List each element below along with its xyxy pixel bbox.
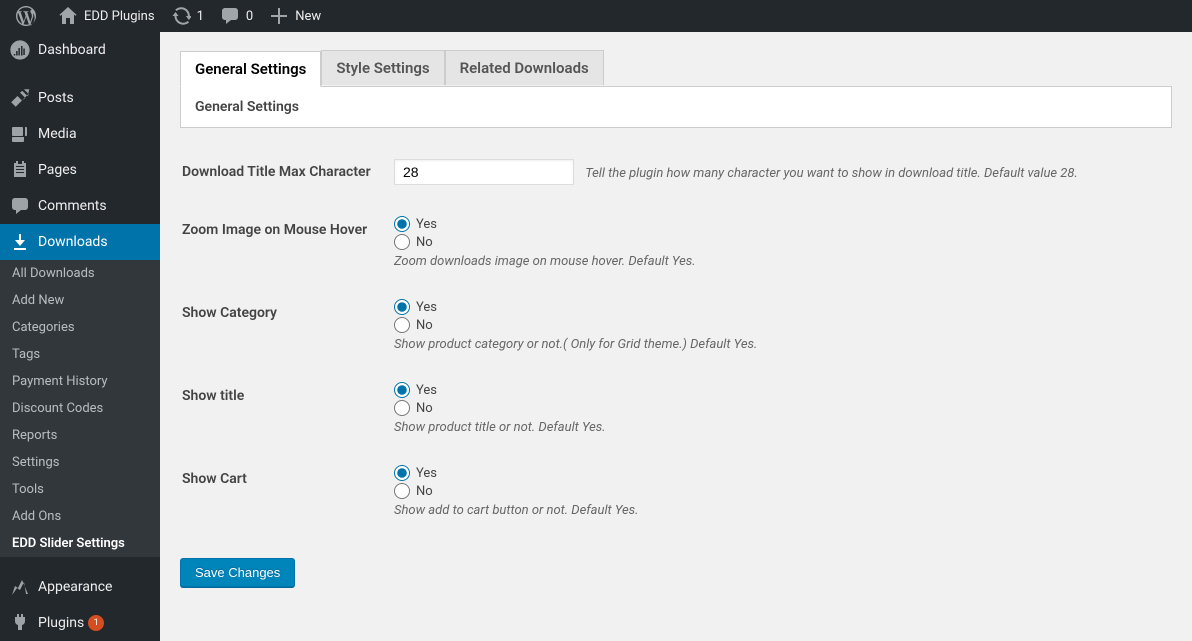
comment-icon	[220, 6, 240, 26]
update-icon	[171, 6, 191, 26]
settings-form: Download Title Max Character Tell the pl…	[180, 142, 1172, 534]
pages-icon	[10, 160, 30, 180]
title-no-label: No	[416, 401, 433, 416]
menu-label: Media	[38, 126, 77, 142]
tab-related[interactable]: Related Downloads	[445, 50, 604, 85]
sub-tools[interactable]: Tools	[0, 476, 160, 503]
sub-reports[interactable]: Reports	[0, 422, 160, 449]
comments-count: 0	[246, 9, 253, 24]
admin-sidebar: Dashboard Posts Media Pages Comments Dow…	[0, 32, 160, 641]
menu-media[interactable]: Media	[0, 116, 160, 152]
cart-no-label: No	[416, 484, 433, 499]
panel-title: General Settings	[180, 86, 1172, 128]
sub-settings[interactable]: Settings	[0, 449, 160, 476]
sub-payment-history[interactable]: Payment History	[0, 368, 160, 395]
downloads-submenu: All Downloads Add New Categories Tags Pa…	[0, 260, 160, 557]
zoom-yes-label: Yes	[416, 217, 437, 232]
wp-logo[interactable]	[8, 0, 50, 32]
cart-desc: Show add to cart button or not. Default …	[394, 503, 1160, 518]
sub-addons[interactable]: Add Ons	[0, 503, 160, 530]
new-label: New	[295, 9, 321, 24]
menu-label: Plugins	[38, 615, 84, 631]
cart-no-radio[interactable]	[394, 483, 410, 499]
menu-appearance[interactable]: Appearance	[0, 569, 160, 605]
cart-yes-radio[interactable]	[394, 465, 410, 481]
media-icon	[10, 124, 30, 144]
sub-discount-codes[interactable]: Discount Codes	[0, 395, 160, 422]
zoom-no-radio[interactable]	[394, 234, 410, 250]
sub-all-downloads[interactable]: All Downloads	[0, 260, 160, 287]
menu-label: Posts	[38, 90, 74, 106]
dashboard-icon	[10, 40, 30, 60]
site-link[interactable]: EDD Plugins	[50, 0, 163, 32]
home-icon	[58, 6, 78, 26]
title-desc: Show product title or not. Default Yes.	[394, 420, 1160, 435]
menu-label: Comments	[38, 198, 107, 214]
plus-icon	[269, 6, 289, 26]
zoom-desc: Zoom downloads image on mouse hover. Def…	[394, 254, 1160, 269]
new-link[interactable]: New	[261, 0, 329, 32]
updates-link[interactable]: 1	[163, 0, 212, 32]
menu-label: Pages	[38, 162, 77, 178]
zoom-yes-radio[interactable]	[394, 216, 410, 232]
content-area: General SettingsStyle SettingsRelated Do…	[160, 32, 1192, 607]
menu-comments[interactable]: Comments	[0, 188, 160, 224]
menu-plugins[interactable]: Plugins 1	[0, 605, 160, 641]
category-desc: Show product category or not.( Only for …	[394, 337, 1160, 352]
zoom-label: Zoom Image on Mouse Hover	[182, 202, 382, 283]
category-no-radio[interactable]	[394, 317, 410, 333]
tab-general[interactable]: General Settings	[180, 51, 321, 87]
tab-style[interactable]: Style Settings	[321, 50, 444, 85]
posts-icon	[10, 88, 30, 108]
settings-tabs: General SettingsStyle SettingsRelated Do…	[180, 42, 1172, 86]
category-yes-label: Yes	[416, 300, 437, 315]
menu-pages[interactable]: Pages	[0, 152, 160, 188]
menu-downloads[interactable]: Downloads	[0, 224, 160, 260]
updates-count: 1	[197, 9, 204, 24]
category-label: Show Category	[182, 285, 382, 366]
plugins-update-badge: 1	[88, 615, 104, 631]
maxchar-label: Download Title Max Character	[182, 144, 382, 200]
menu-label: Appearance	[38, 579, 112, 595]
title-yes-label: Yes	[416, 383, 437, 398]
category-no-label: No	[416, 318, 433, 333]
sub-edd-slider[interactable]: EDD Slider Settings	[0, 530, 160, 557]
sub-add-new[interactable]: Add New	[0, 287, 160, 314]
title-label: Show title	[182, 368, 382, 449]
comments-icon	[10, 196, 30, 216]
save-button[interactable]: Save Changes	[180, 558, 295, 587]
menu-label: Dashboard	[38, 42, 106, 58]
sub-categories[interactable]: Categories	[0, 314, 160, 341]
zoom-no-label: No	[416, 235, 433, 250]
maxchar-desc: Tell the plugin how many character you w…	[585, 166, 1078, 181]
admin-bar: EDD Plugins 1 0 New	[0, 0, 1192, 32]
wordpress-icon	[16, 6, 36, 26]
maxchar-input[interactable]	[394, 159, 574, 185]
downloads-icon	[10, 232, 30, 252]
category-yes-radio[interactable]	[394, 299, 410, 315]
appearance-icon	[10, 577, 30, 597]
sub-tags[interactable]: Tags	[0, 341, 160, 368]
comments-link[interactable]: 0	[212, 0, 261, 32]
cart-label: Show Cart	[182, 451, 382, 532]
menu-dashboard[interactable]: Dashboard	[0, 32, 160, 68]
title-no-radio[interactable]	[394, 400, 410, 416]
title-yes-radio[interactable]	[394, 382, 410, 398]
site-name: EDD Plugins	[84, 9, 155, 24]
plugins-icon	[10, 613, 30, 633]
cart-yes-label: Yes	[416, 466, 437, 481]
menu-posts[interactable]: Posts	[0, 80, 160, 116]
menu-label: Downloads	[38, 234, 108, 250]
